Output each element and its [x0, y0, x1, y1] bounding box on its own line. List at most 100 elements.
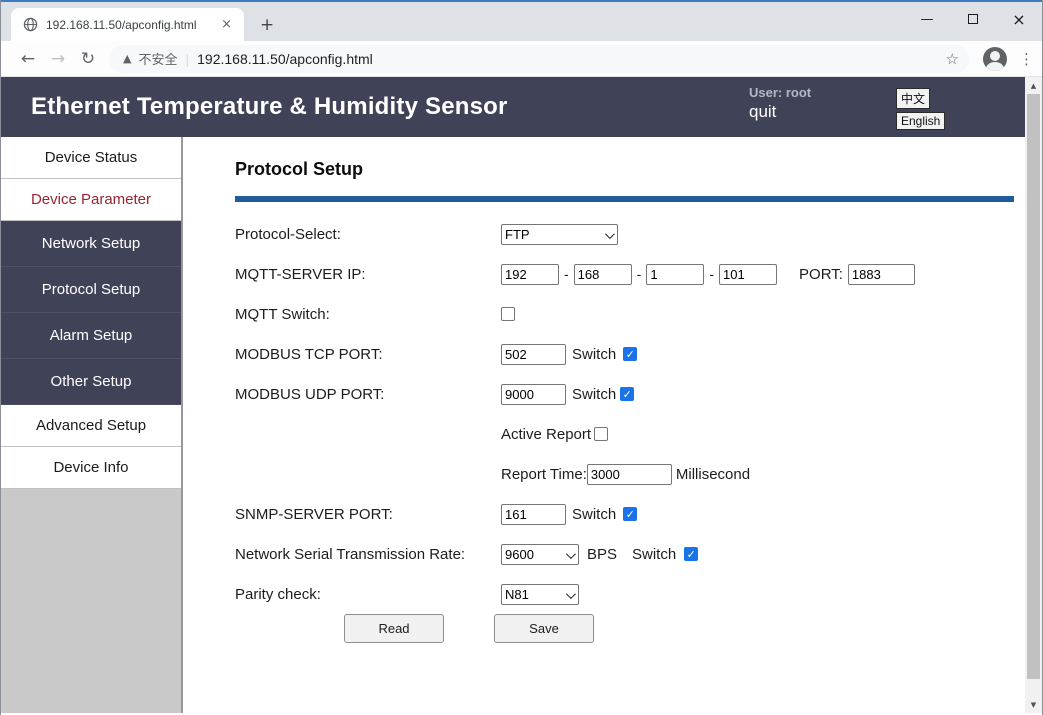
tab-close-icon[interactable]: ×	[217, 17, 236, 32]
read-button[interactable]: Read	[344, 614, 444, 643]
mqtt-ip-octet-4[interactable]	[719, 263, 778, 285]
mqtt-ip-octet-2[interactable]	[573, 263, 632, 285]
active-report-label: Active Report	[501, 425, 592, 443]
modbus-udp-port-input[interactable]	[501, 383, 566, 405]
minimize-button[interactable]: —	[904, 2, 950, 36]
sidebar-item-device-info[interactable]: Device Info	[1, 447, 181, 489]
browser-toolbar: ← → ↻ ▲ 不安全 | 192.168.11.50/apconfig.htm…	[1, 41, 1042, 77]
serial-switch-checkbox[interactable]	[684, 547, 699, 561]
snmp-switch-checkbox[interactable]	[623, 507, 638, 521]
new-tab-button[interactable]: +	[260, 15, 274, 35]
mqtt-switch-row: MQTT Switch:	[235, 294, 1014, 334]
report-time-row: Report Time: Millisecond	[235, 454, 1014, 494]
modbus-udp-switch-label: Switch	[572, 385, 617, 403]
url-separator: |	[185, 50, 190, 67]
mqtt-ip-row: MQTT-SERVER IP: - - - PORT:	[235, 254, 1014, 294]
lang-english-button[interactable]: English	[896, 112, 946, 130]
minimize-icon: —	[920, 11, 934, 27]
serial-rate-dropdown[interactable]: 9600	[501, 543, 579, 565]
sidebar-item-protocol-setup[interactable]: Protocol Setup	[1, 267, 181, 313]
address-bar[interactable]: ▲ 不安全 | 192.168.11.50/apconfig.html ☆	[109, 44, 969, 73]
serial-rate-label: Network Serial Transmission Rate:	[235, 545, 466, 563]
active-report-checkbox[interactable]	[594, 427, 609, 441]
refresh-icon[interactable]: ↻	[73, 49, 103, 69]
tab-title: 192.168.11.50/apconfig.html	[46, 17, 197, 32]
serial-switch-label: Switch	[632, 545, 677, 563]
modbus-tcp-switch-checkbox[interactable]	[623, 347, 638, 361]
not-secure-warning-icon: ▲	[123, 52, 132, 65]
save-button[interactable]: Save	[494, 614, 594, 643]
close-icon: ×	[1012, 9, 1026, 29]
modbus-tcp-label: MODBUS TCP PORT:	[235, 345, 383, 363]
tab-strip: 192.168.11.50/apconfig.html × + — ×	[1, 2, 1042, 41]
url-text[interactable]: 192.168.11.50/apconfig.html	[197, 51, 945, 67]
site-title: Ethernet Temperature & Humidity Sensor	[31, 93, 508, 120]
user-label: User: root	[749, 85, 812, 100]
ip-dash: -	[636, 266, 642, 282]
main-content: Protocol Setup Protocol-Select: FTP MQTT…	[183, 137, 1027, 713]
language-switcher: 中文 English	[896, 88, 946, 133]
close-button[interactable]: ×	[996, 2, 1042, 36]
ip-dash: -	[709, 266, 715, 282]
modbus-tcp-port-input[interactable]	[501, 343, 566, 365]
sidebar-item-alarm-setup[interactable]: Alarm Setup	[1, 313, 181, 359]
sidebar-item-advanced-setup[interactable]: Advanced Setup	[1, 405, 181, 447]
modbus-udp-switch-checkbox[interactable]	[620, 387, 635, 401]
forward-icon[interactable]: →	[43, 49, 73, 69]
serial-rate-row: Network Serial Transmission Rate: 9600 B…	[235, 534, 1014, 574]
snmp-port-label: SNMP-SERVER PORT:	[235, 505, 393, 523]
snmp-switch-label: Switch	[572, 505, 617, 523]
mqtt-switch-checkbox[interactable]	[501, 307, 515, 321]
sidebar-item-device-parameter[interactable]: Device Parameter	[1, 179, 181, 221]
mqtt-switch-label: MQTT Switch:	[235, 305, 330, 323]
maximize-icon	[968, 14, 978, 24]
modbus-udp-label: MODBUS UDP PORT:	[235, 385, 385, 403]
parity-dropdown[interactable]: N81	[501, 583, 579, 605]
sidebar-item-network-setup[interactable]: Network Setup	[1, 221, 181, 267]
browser-tab[interactable]: 192.168.11.50/apconfig.html ×	[11, 8, 244, 41]
bookmark-star-icon[interactable]: ☆	[946, 50, 959, 68]
parity-label: Parity check:	[235, 585, 321, 603]
quit-link[interactable]: quit	[749, 102, 811, 122]
protocol-select-dropdown[interactable]: FTP	[501, 223, 618, 245]
mqtt-port-input[interactable]	[847, 263, 915, 285]
window-controls: — ×	[904, 2, 1042, 36]
sidebar-nav: Device Status Device Parameter Network S…	[1, 137, 183, 713]
scroll-down-icon[interactable]: ▼	[1025, 696, 1042, 713]
protocol-select-row: Protocol-Select: FTP	[235, 214, 1014, 254]
form-buttons-row: Read Save	[235, 614, 1014, 643]
page-title: Protocol Setup	[235, 159, 364, 179]
browser-menu-icon[interactable]: ⋮	[1019, 50, 1034, 68]
mqtt-ip-octet-1[interactable]	[501, 263, 559, 285]
active-report-row: Active Report	[235, 414, 1014, 454]
modbus-udp-row: MODBUS UDP PORT: Switch	[235, 374, 1014, 414]
sidebar-item-other-setup[interactable]: Other Setup	[1, 359, 181, 405]
sidebar-item-device-status[interactable]: Device Status	[1, 137, 181, 179]
protocol-select-label: Protocol-Select:	[235, 225, 341, 243]
snmp-port-input[interactable]	[501, 503, 566, 525]
scrollbar-thumb[interactable]	[1027, 94, 1040, 679]
web-page: Ethernet Temperature & Humidity Sensor U…	[1, 77, 1042, 713]
modbus-tcp-switch-label: Switch	[572, 345, 617, 363]
snmp-port-row: SNMP-SERVER PORT: Switch	[235, 494, 1014, 534]
user-block: User: root quit	[749, 85, 811, 122]
maximize-button[interactable]	[950, 2, 996, 36]
report-time-input[interactable]	[586, 463, 672, 485]
mqtt-ip-label: MQTT-SERVER IP:	[235, 265, 366, 283]
ip-dash: -	[564, 266, 569, 282]
report-time-label: Report Time:	[501, 465, 587, 483]
page-scrollbar[interactable]: ▲ ▼	[1025, 77, 1042, 713]
mqtt-port-label: PORT:	[799, 265, 843, 283]
security-label[interactable]: 不安全	[138, 49, 177, 68]
lang-chinese-button[interactable]: 中文	[896, 88, 931, 109]
parity-row: Parity check: N81	[235, 574, 1014, 614]
title-divider	[235, 196, 1014, 202]
modbus-tcp-row: MODBUS TCP PORT: Switch	[235, 334, 1014, 374]
profile-avatar[interactable]	[983, 46, 1007, 71]
mqtt-ip-octet-3[interactable]	[646, 263, 705, 285]
globe-favicon-icon	[23, 17, 38, 32]
back-icon[interactable]: ←	[13, 49, 43, 69]
scroll-up-icon[interactable]: ▲	[1025, 77, 1042, 94]
report-time-unit: Millisecond	[675, 465, 751, 483]
serial-rate-unit: BPS	[587, 545, 618, 563]
